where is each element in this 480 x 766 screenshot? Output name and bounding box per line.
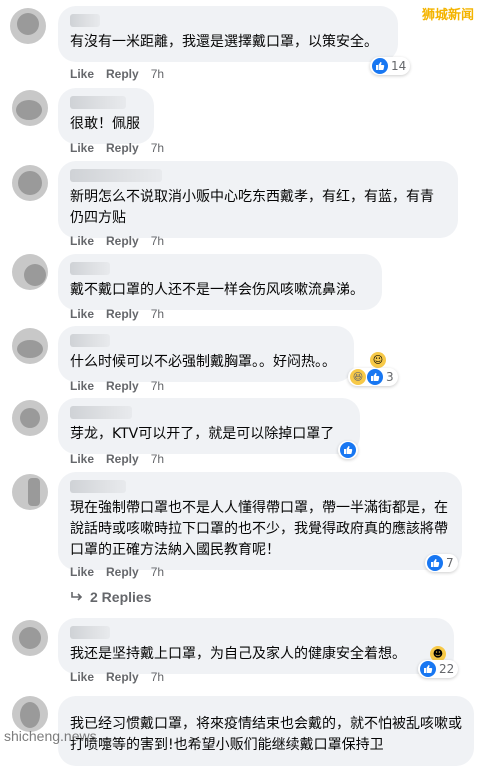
thumbs-up-icon [340,442,356,458]
comment-bubble: 我已经习惯戴口罩，将來疫情结束也会戴的，就不怕被乱咳嗽或打喷嚏等的害到!也希望小… [58,696,474,766]
reply-button[interactable]: Reply [106,670,139,684]
comment-bubble: 我还是坚持戴上口罩，为自己及家人的健康安全着想。 [58,618,454,674]
commenter-name[interactable] [70,626,110,639]
timestamp[interactable]: 7h [151,67,164,81]
avatar[interactable] [12,328,48,364]
reply-button[interactable]: Reply [106,234,139,248]
like-button[interactable]: Like [70,565,94,579]
commenter-name[interactable] [70,169,162,182]
avatar[interactable] [10,8,46,44]
comment-text: 新明怎么不说取消小贩中心吃东西戴孝，有红，有蓝，有青仍四方贴 [70,189,434,226]
reaction-count-value: 3 [386,370,394,384]
comment-text: 芽龙，KTV可以开了，就是可以除掉口罩了 [70,426,335,442]
commenter-name[interactable] [70,96,126,109]
timestamp[interactable]: 7h [151,379,164,393]
reply-button[interactable]: Reply [106,141,139,155]
reaction-count[interactable]: 😆 3 [348,368,398,386]
comment-actions: Like Reply 7h [70,565,176,579]
comment-bubble: 新明怎么不说取消小贩中心吃东西戴孝，有红，有蓝，有青仍四方贴 [58,161,458,238]
thumbs-up-icon [367,369,383,385]
like-button[interactable]: Like [70,141,94,155]
timestamp[interactable]: 7h [151,565,164,579]
timestamp[interactable]: 7h [151,670,164,684]
reply-button[interactable]: Reply [106,565,139,579]
like-button[interactable]: Like [70,379,94,393]
comment-actions: Like Reply 7h [70,452,176,466]
reaction-count-value: 14 [391,59,407,73]
comment-bubble: 什么时候可以不必强制戴胸罩。。好闷热。。 [58,326,354,382]
reaction-count[interactable]: 7 [425,554,458,572]
comment-bubble: 有沒有一米距離，我還是選擇戴口罩，以策安全。 [58,6,398,62]
reply-button[interactable]: Reply [106,307,139,321]
comment-text: 有沒有一米距離，我還是選擇戴口罩，以策安全。 [70,34,378,50]
commenter-name[interactable] [70,480,126,493]
thumbs-up-icon [372,58,388,74]
avatar[interactable] [12,620,48,656]
laughing-emoji-icon: 😆 [350,369,366,385]
comment-bubble: 戴不戴口罩的人还不是一样会伤风咳嗽流鼻涕。 [58,254,382,310]
avatar[interactable] [12,90,48,126]
timestamp[interactable]: 7h [151,234,164,248]
comment-actions: Like Reply 7h [70,670,176,684]
commenter-name[interactable] [70,406,132,419]
avatar[interactable] [12,400,48,436]
like-button[interactable]: Like [70,67,94,81]
watermark-bottom: shicheng.news [4,728,97,744]
timestamp[interactable]: 7h [151,307,164,321]
reaction-count[interactable]: 14 [370,57,411,75]
comment-actions: Like Reply 7h [70,307,176,321]
commenter-name[interactable] [70,14,100,27]
comment-text: 我已经习惯戴口罩，将來疫情结束也会戴的，就不怕被乱咳嗽或打喷嚏等的害到!也希望小… [70,716,462,753]
comment-bubble: 現在強制帶口罩也不是人人懂得帶口罩，帶一半滿街都是，在說話時或咳嗽時拉下口罩的也… [58,472,462,570]
like-button[interactable]: Like [70,307,94,321]
reaction-count[interactable]: 22 [418,660,459,678]
like-button[interactable]: Like [70,452,94,466]
comment-actions: Like Reply 7h [70,67,176,81]
comment-actions: Like Reply 7h [70,379,176,393]
comment-text: 我还是坚持戴上口罩，为自己及家人的健康安全着想。 [70,646,406,662]
comment-bubble: 芽龙，KTV可以开了，就是可以除掉口罩了 [58,398,360,454]
reply-arrow-icon [71,592,83,601]
comment-actions: Like Reply 7h [70,234,176,248]
timestamp[interactable]: 7h [151,452,164,466]
reaction-count-value: 22 [439,662,455,676]
commenter-name[interactable] [70,334,110,347]
comment-text: 什么时候可以不必强制戴胸罩。。好闷热。。 [70,354,336,370]
comment-actions: Like Reply 7h [70,141,176,155]
timestamp[interactable]: 7h [151,141,164,155]
comment-bubble: 很敢！佩服 [58,88,154,144]
reaction-count-value: 7 [446,556,454,570]
avatar[interactable] [12,696,48,732]
like-button[interactable]: Like [70,670,94,684]
avatar[interactable] [12,474,48,510]
comment-text: 戴不戴口罩的人还不是一样会伤风咳嗽流鼻涕。 [70,282,364,298]
avatar[interactable] [12,165,48,201]
comment-text: 現在強制帶口罩也不是人人懂得帶口罩，帶一半滿街都是，在說話時或咳嗽時拉下口罩的也… [70,500,448,558]
comment-text: 很敢！佩服 [70,116,140,132]
view-replies-label: 2 Replies [90,589,152,605]
avatar[interactable] [12,254,48,290]
thumbs-up-icon [427,555,443,571]
reply-button[interactable]: Reply [106,452,139,466]
commenter-name[interactable] [70,262,110,275]
watermark-top: 狮城新闻 [421,8,474,23]
thumbs-up-icon [420,661,436,677]
reply-button[interactable]: Reply [106,379,139,393]
like-button[interactable]: Like [70,234,94,248]
view-replies-link[interactable]: 2 Replies [70,589,151,605]
reply-button[interactable]: Reply [106,67,139,81]
slightly-smiling-emoji-icon: ☺ [370,352,386,368]
reaction-count[interactable] [338,441,358,459]
